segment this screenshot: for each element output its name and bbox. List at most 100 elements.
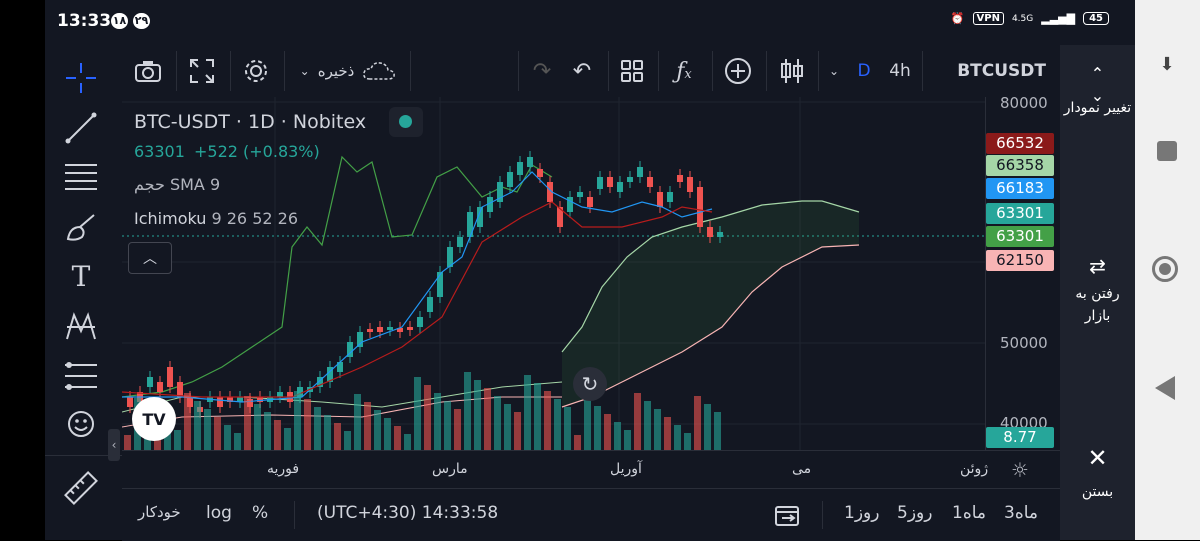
tradingview-logo[interactable]: TV — [132, 397, 176, 441]
interval-d-label: D — [857, 61, 871, 81]
collapse-toolbar-handle[interactable]: ‹ — [108, 429, 120, 461]
candle-body — [667, 192, 673, 202]
trendline-tool-button[interactable] — [59, 109, 103, 147]
volume-legend[interactable]: حجم SMA 9 — [134, 175, 220, 194]
emoji-tool-button[interactable] — [59, 405, 103, 443]
chevron-up-icon: ︿ — [143, 251, 157, 267]
network-label: 4.5G — [1011, 13, 1034, 24]
range-3m-button[interactable]: 3ماه — [1004, 503, 1038, 523]
candle-body — [377, 327, 383, 332]
fib-tool-button[interactable] — [59, 157, 103, 195]
layout-button[interactable] — [612, 45, 652, 97]
close-button[interactable]: ✕ بستن — [1060, 446, 1135, 517]
price-tag: 62150 — [986, 250, 1054, 271]
price-tag: 63301 — [986, 226, 1054, 247]
candle-body — [417, 317, 423, 327]
candle-body — [627, 177, 633, 182]
volume-bar — [584, 398, 591, 450]
function-icon: ƒx — [676, 58, 692, 84]
ichimoku-legend[interactable]: Ichimoku 9 26 52 26 — [134, 209, 298, 228]
chart-type-button[interactable] — [770, 45, 814, 97]
toolbar-separator — [176, 51, 177, 91]
auto-scale-button[interactable]: خودکار — [138, 503, 181, 521]
measure-tool-button[interactable] — [59, 357, 103, 395]
compare-symbol-button[interactable] — [716, 45, 760, 97]
range-1m-button[interactable]: 1ماه — [952, 503, 986, 523]
volume-bar — [654, 409, 661, 450]
percent-scale-button[interactable]: % — [252, 503, 268, 523]
nav-menu-button[interactable]: ⬇ — [1155, 52, 1179, 76]
price-axis[interactable]: 80000 50000 40000 66532 66358 66183 63301 63… — [985, 94, 1061, 450]
volume-bar — [284, 428, 291, 450]
candle-body — [537, 169, 543, 177]
interval-4h-button[interactable]: 4h — [880, 45, 920, 97]
chart-pane[interactable]: BTC-USDT · 1D · Nobitex 63301 +522 (+0.8… — [122, 97, 985, 450]
volume-label: حجم — [134, 175, 165, 194]
market-status-button[interactable] — [389, 107, 423, 137]
settings-button[interactable] — [234, 45, 278, 97]
brush-tool-button[interactable] — [59, 207, 103, 245]
signal-icon: ▂▃▅▇ — [1041, 12, 1076, 25]
candle-body — [167, 367, 173, 387]
screenshot-button[interactable] — [126, 45, 170, 97]
go-to-market-button[interactable]: ⇄ رفتن به بازار — [1060, 255, 1135, 345]
drawing-toolbar: T ‹ — [45, 45, 123, 540]
interval-dropdown-button[interactable]: ⌄ — [822, 45, 846, 97]
volume-bar — [264, 412, 271, 450]
price-label: 50000 — [1000, 334, 1048, 352]
go-to-market-label: رفتن به بازار — [1075, 286, 1120, 324]
crosshair-tool-button[interactable] — [59, 59, 103, 97]
candle-body — [567, 197, 573, 212]
pattern-tool-button[interactable] — [59, 307, 103, 345]
goto-date-button[interactable] — [774, 503, 802, 527]
timezone-button[interactable]: (UTC+4:30) 14:33:58 — [317, 503, 498, 523]
android-nav-bar: ⬇ — [1135, 0, 1200, 540]
chart-settings-button[interactable]: ☼ — [1007, 457, 1033, 483]
symbol-search-button[interactable]: BTCUSDT — [926, 45, 1056, 97]
market-open-icon — [399, 115, 412, 128]
ruler-icon — [64, 471, 98, 505]
toolbar-separator — [658, 51, 659, 91]
reset-chart-button[interactable]: ↻ — [573, 367, 607, 401]
redo-button[interactable]: ↷ — [522, 45, 562, 97]
candle-body — [607, 177, 613, 187]
change-chart-button[interactable]: ⌃ ⌄ تغییر نمودار — [1060, 63, 1135, 153]
back-button[interactable] — [1155, 376, 1175, 400]
log-scale-button[interactable]: log — [206, 503, 232, 523]
time-axis[interactable]: فوریه مارس آوریل می ژوئن ☼ — [122, 450, 1060, 489]
interval-d-button[interactable]: D — [848, 45, 880, 97]
save-layout-button[interactable]: ⌄ ذخیره — [288, 45, 408, 97]
alarm-icon: ⏰ — [950, 12, 965, 25]
volume-bar — [274, 420, 281, 450]
candle-body — [407, 327, 413, 330]
fullscreen-button[interactable] — [180, 45, 224, 97]
candle-body — [577, 192, 583, 197]
legend-symbol: BTC-USDT — [134, 111, 230, 133]
chevron-down-icon: ⌄ — [828, 64, 840, 78]
volume-bar — [334, 423, 341, 450]
undo-button[interactable]: ↶ — [562, 45, 602, 97]
home-button[interactable] — [1152, 256, 1178, 282]
home-icon — [1159, 263, 1171, 275]
text-tool-button[interactable]: T — [59, 257, 103, 295]
volume-bar — [464, 372, 471, 450]
volume-bar — [304, 399, 311, 450]
range-5d-button[interactable]: 5روز — [897, 503, 932, 523]
ruler-tool-button[interactable] — [59, 469, 103, 507]
price-tag: 8.77 — [986, 427, 1054, 448]
candle-body — [277, 392, 283, 397]
volume-bar — [234, 433, 241, 450]
range-1d-button[interactable]: 1روز — [844, 503, 879, 523]
volume-bar — [384, 418, 391, 450]
volume-bar — [424, 385, 431, 450]
indicators-button[interactable]: ƒx — [662, 45, 706, 97]
undo-icon: ↶ — [572, 58, 592, 84]
volume-bar — [594, 406, 601, 450]
recents-button[interactable] — [1157, 141, 1177, 161]
legend-separator: · — [235, 111, 242, 133]
chevron-down-icon: ⌄ — [299, 64, 310, 78]
time-label: فوریه — [267, 461, 300, 477]
collapse-legend-button[interactable]: ︿ — [128, 242, 172, 274]
candle-body — [157, 382, 163, 392]
price-tag: 63301 — [986, 203, 1054, 224]
